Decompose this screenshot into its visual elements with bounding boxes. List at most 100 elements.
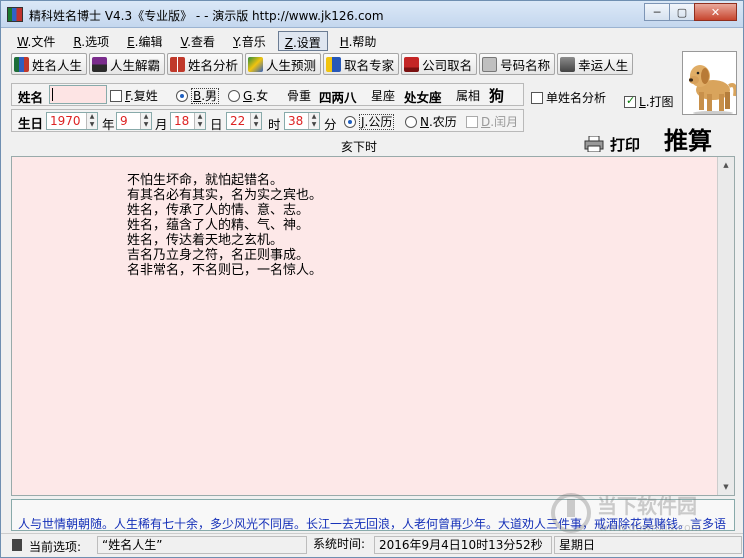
- intro-poem: 不怕生坏命，就怕起错名。 有其名必有其实，名为实之宾也。 姓名，传承了人的情、意…: [127, 173, 322, 278]
- toolbar-button-lucky-life[interactable]: 幸运人生: [557, 53, 634, 75]
- toolbar-button-name-analysis[interactable]: 姓名分析: [167, 53, 244, 75]
- constellation-label: 星座: [371, 89, 396, 103]
- spinner-arrows-icon[interactable]: ▲ ▼: [194, 113, 205, 129]
- scroll-up-icon[interactable]: ▲: [718, 157, 734, 173]
- app-window: 精科姓名博士 V4.3《专业版》 - - 演示版 http://www.jk12…: [0, 0, 744, 558]
- crystal-icon: [248, 56, 264, 72]
- menu-bar: W.文件 R.选项 E.编辑 V.查看 Y.音乐 Z.设置 H.帮助: [11, 31, 388, 51]
- book-stack-icon: [92, 56, 108, 72]
- toolbar-button-naming-expert[interactable]: 取名专家: [323, 53, 400, 75]
- minute-spinner[interactable]: 38 ▲ ▼: [284, 112, 320, 130]
- poem-line: 姓名，蕴含了人的精、气、神。: [127, 218, 310, 233]
- bone-weight-label: 骨重: [287, 89, 312, 103]
- radio-selected-icon: [176, 90, 188, 102]
- minimize-button[interactable]: ─: [644, 3, 670, 21]
- month-spinner[interactable]: 9 ▲ ▼: [116, 112, 152, 130]
- maximize-button[interactable]: ▢: [669, 3, 695, 21]
- toolbar-button-number-name[interactable]: 号码名称: [479, 53, 556, 75]
- constellation-value: 处女座: [404, 90, 442, 105]
- svg-text:当下软件园: 当下软件园: [597, 494, 697, 518]
- radio-icon: [405, 116, 417, 128]
- checkbox-disabled-icon: [466, 116, 478, 128]
- result-text-area[interactable]: 不怕生坏命，就怕起错名。 有其名必有其实，名为实之宾也。 姓名，传承了人的情、意…: [11, 156, 735, 496]
- books-icon: [14, 56, 29, 72]
- name-label: 姓名: [18, 90, 44, 105]
- spinner-arrows-icon[interactable]: ▲ ▼: [86, 113, 97, 129]
- poem-line: 名非常名，不名则已，一名惊人。: [127, 263, 323, 278]
- toolbar-button-company-naming[interactable]: 公司取名: [401, 53, 478, 75]
- birthday-label: 生日: [18, 116, 44, 131]
- dog-illustration: [683, 52, 736, 114]
- menu-view[interactable]: V.查看: [175, 31, 222, 51]
- checkbox-checked-icon: [624, 94, 636, 108]
- status-bar: 当前选项: “姓名人生” 系统时间: 2016年9月4日10时13分52秒 星期…: [1, 533, 743, 557]
- print-chart-checkbox[interactable]: L.打图: [624, 93, 674, 110]
- month-unit: 月: [155, 117, 168, 132]
- toolbar-button-name-life[interactable]: 姓名人生: [11, 53, 88, 75]
- poem-line: 姓名，传达着天地之玄机。: [127, 233, 284, 248]
- year-spinner[interactable]: 1970 ▲ ▼: [46, 112, 98, 130]
- bone-weight-value: 四两八: [319, 90, 357, 105]
- spinner-arrows-icon[interactable]: ▲ ▼: [250, 113, 261, 129]
- status-indicator-icon: [11, 538, 23, 555]
- text-cursor: [52, 88, 53, 101]
- printer-icon: [584, 135, 604, 153]
- toolbar-button-life-analysis[interactable]: 人生解霸: [89, 53, 166, 75]
- menu-file[interactable]: W.文件: [11, 31, 61, 51]
- radio-icon: [228, 90, 240, 102]
- watermark-logo: 当下软件园 www.downxia.com: [549, 489, 739, 539]
- calculate-button[interactable]: 推算: [664, 121, 712, 156]
- compound-surname-checkbox[interactable]: F.复姓: [110, 87, 158, 104]
- calendar-solar-radio[interactable]: J.公历: [344, 113, 395, 130]
- current-option-value: “姓名人生”: [97, 536, 307, 554]
- company-book-icon: [404, 56, 420, 72]
- weekday-value: 星期日: [554, 536, 742, 554]
- zodiac-label: 属相: [456, 89, 481, 103]
- current-option-label: 当前选项:: [29, 540, 82, 554]
- hour-unit: 时: [268, 117, 281, 132]
- single-name-analysis-checkbox[interactable]: 单姓名分析: [531, 89, 606, 106]
- menu-options[interactable]: R.选项: [67, 31, 115, 51]
- day-unit: 日: [210, 117, 223, 132]
- poem-line: 吉名乃立身之符，名正则事成。: [127, 248, 310, 263]
- menu-settings[interactable]: Z.设置: [277, 31, 328, 51]
- menu-music[interactable]: Y.音乐: [227, 31, 272, 51]
- calendar-lunar-radio[interactable]: N.农历: [405, 113, 457, 130]
- radio-selected-icon: [344, 116, 356, 128]
- name-row: 姓名 F.复姓 B.男 G.女 骨重 四两八 星座 处女座 属相 狗: [11, 83, 524, 106]
- window-controls: ─ ▢ ✕: [644, 3, 737, 21]
- checkbox-icon: [531, 92, 543, 104]
- spinner-arrows-icon[interactable]: ▲ ▼: [140, 113, 151, 129]
- hour-branch-label: 亥下时: [341, 140, 378, 154]
- system-time-label: 系统时间:: [313, 537, 366, 551]
- spinner-arrows-icon[interactable]: ▲ ▼: [308, 113, 319, 129]
- year-unit: 年: [102, 117, 115, 132]
- gender-male-radio[interactable]: B.男: [176, 87, 220, 104]
- name-input[interactable]: [49, 85, 107, 104]
- system-time-value: 2016年9月4日10时13分52秒: [374, 536, 552, 554]
- birthday-row: 生日 1970 ▲ ▼ 年 9 ▲ ▼ 月 18 ▲ ▼ 日 22 ▲ ▼ 时 38 ▲…: [11, 109, 524, 132]
- vertical-scrollbar[interactable]: ▲ ▼: [717, 157, 734, 495]
- day-spinner[interactable]: 18 ▲ ▼: [170, 112, 206, 130]
- luck-book-icon: [560, 56, 576, 72]
- tag-icon: [482, 56, 498, 72]
- zodiac-value: 狗: [489, 87, 505, 105]
- leap-month-checkbox[interactable]: D.闰月: [466, 113, 518, 130]
- toolbar-button-life-prediction[interactable]: 人生预测: [245, 53, 322, 75]
- poem-line: 姓名，传承了人的情、意、志。: [127, 203, 310, 218]
- menu-edit[interactable]: E.编辑: [121, 31, 168, 51]
- close-button[interactable]: ✕: [694, 3, 737, 21]
- minute-unit: 分: [324, 117, 337, 132]
- hour-spinner[interactable]: 22 ▲ ▼: [226, 112, 262, 130]
- title-bar[interactable]: 精科姓名博士 V4.3《专业版》 - - 演示版 http://www.jk12…: [1, 1, 743, 28]
- checkbox-icon: [110, 90, 122, 102]
- poem-line: 不怕生坏命，就怕起错名。: [127, 173, 284, 188]
- menu-help[interactable]: H.帮助: [334, 31, 383, 51]
- window-title: 精科姓名博士 V4.3《专业版》 - - 演示版 http://www.jk12…: [29, 9, 384, 23]
- expert-book-icon: [326, 56, 342, 72]
- print-button[interactable]: 打印: [584, 133, 640, 155]
- app-logo-icon: [7, 7, 23, 22]
- gender-female-radio[interactable]: G.女: [228, 87, 268, 104]
- poem-line: 有其名必有其实，名为实之宾也。: [127, 188, 323, 203]
- open-book-icon: [170, 56, 186, 72]
